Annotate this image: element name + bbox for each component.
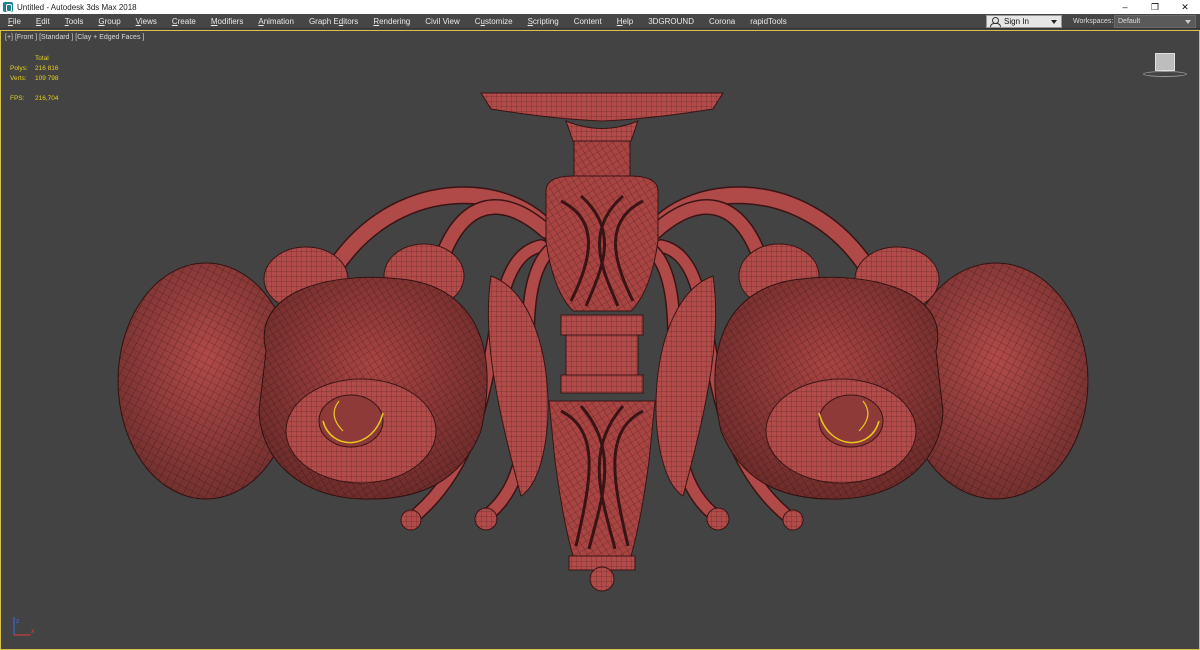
front-right-shade[interactable] (714, 276, 944, 500)
menu-item[interactable]: rapidTools (742, 14, 793, 29)
menu-item[interactable]: Graph Editors (301, 14, 365, 29)
title-bar: Untitled - Autodesk 3ds Max 2018 – ❐ ✕ (0, 0, 1200, 14)
svg-text:x: x (31, 628, 35, 635)
front-viewport[interactable]: [+] [Front ] [Standard ] [Clay + Edged F… (0, 30, 1200, 650)
menu-bar: File Edit Tools Group Views Create Modifiers An… (0, 14, 1200, 29)
sign-in-label: Sign In (1004, 17, 1029, 26)
menu-item[interactable]: Help (609, 14, 640, 29)
chandelier-model[interactable] (1, 31, 1199, 649)
front-left-shade[interactable] (258, 276, 488, 500)
menu-item[interactable]: Tools (57, 14, 91, 29)
chevron-down-icon (1185, 19, 1191, 24)
svg-text:z: z (16, 618, 19, 625)
axis-tripod-icon: z x (13, 617, 35, 636)
window-title: Untitled - Autodesk 3ds Max 2018 (17, 2, 137, 12)
menu-item[interactable]: Civil View (417, 14, 467, 29)
menu-item[interactable]: Corona (701, 14, 742, 29)
maximize-button[interactable]: ❐ (1140, 0, 1170, 14)
app-icon[interactable] (3, 2, 13, 12)
menu-item[interactable]: Customize (467, 14, 520, 29)
close-button[interactable]: ✕ (1170, 0, 1200, 14)
menu-item[interactable]: Group (90, 14, 127, 29)
menu-item[interactable]: Rendering (365, 14, 417, 29)
menu-item[interactable]: Create (164, 14, 203, 29)
workspaces-value: Default (1118, 18, 1141, 25)
menu-item[interactable]: Animation (250, 14, 301, 29)
window-controls: – ❐ ✕ (1110, 0, 1200, 14)
minimize-button[interactable]: – (1110, 0, 1140, 14)
menu-item[interactable]: Scripting (520, 14, 566, 29)
menu-item[interactable]: Views (128, 14, 164, 29)
user-icon (990, 17, 1001, 27)
workspaces-dropdown[interactable]: Default (1114, 15, 1196, 28)
menu-item[interactable]: Modifiers (203, 14, 250, 29)
menu-item[interactable]: Edit (28, 14, 57, 29)
menu-item[interactable]: 3DGROUND (640, 14, 701, 29)
menu-item[interactable]: File (0, 14, 28, 29)
menu-item[interactable]: Content (566, 14, 609, 29)
workspaces-label: Workspaces: (1073, 18, 1114, 25)
chevron-down-icon (1051, 19, 1057, 24)
menu-items: File Edit Tools Group Views Create Modifiers An… (0, 14, 794, 29)
sign-in-dropdown[interactable]: Sign In (986, 15, 1062, 28)
